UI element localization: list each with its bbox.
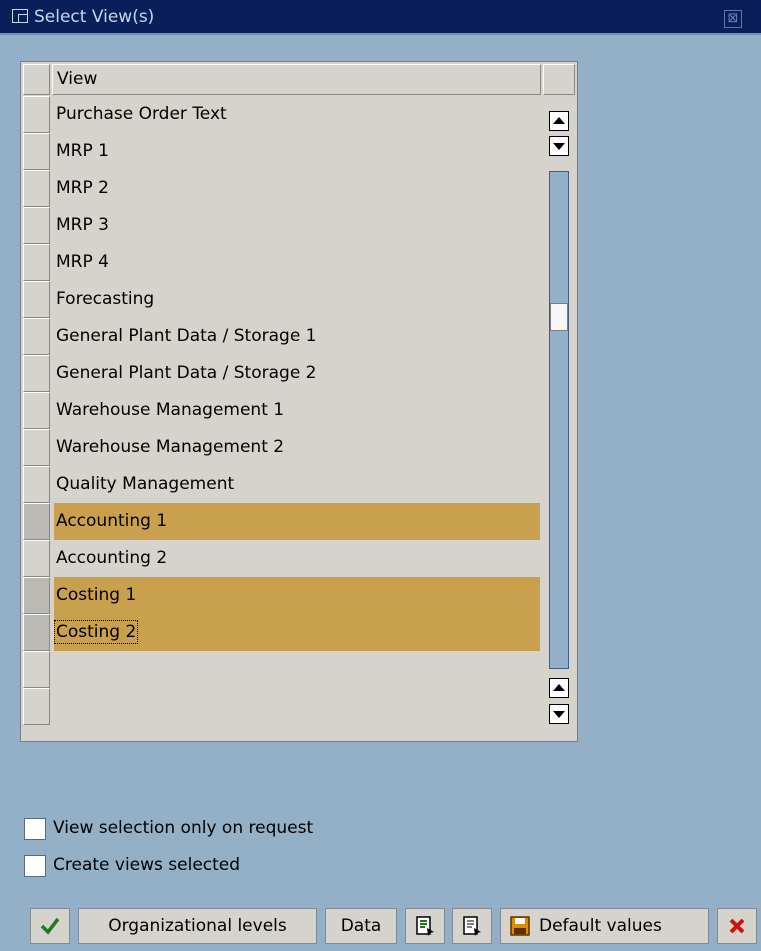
select-all-button[interactable] <box>23 64 50 95</box>
views-table: View Purchase Order Text MRP 1 MRP 2 MRP 3 M… <box>20 61 578 742</box>
table-row[interactable]: Warehouse Management 2 <box>54 429 540 466</box>
scroll-thumb[interactable] <box>550 303 568 331</box>
row-label: General Plant Data / Storage 2 <box>56 363 317 383</box>
table-row[interactable] <box>54 651 540 688</box>
row-label: Quality Management <box>56 474 235 494</box>
save-icon <box>510 916 530 936</box>
row-label: Accounting 1 <box>56 511 168 531</box>
default-values-label: Default values <box>539 916 662 936</box>
column-settings-button[interactable] <box>543 64 575 95</box>
row-selector[interactable] <box>23 244 50 281</box>
row-selector[interactable] <box>23 170 50 207</box>
table-row[interactable]: MRP 1 <box>54 133 540 170</box>
column-header-view[interactable]: View <box>52 64 541 95</box>
scroll-up-button[interactable] <box>549 111 569 131</box>
row-selector[interactable] <box>23 540 50 577</box>
row-selector[interactable] <box>23 281 50 318</box>
row-label: Costing 1 <box>56 585 137 605</box>
row-selector[interactable] <box>23 392 50 429</box>
table-row[interactable]: Purchase Order Text <box>54 96 540 133</box>
create-views-selected-label: Create views selected <box>53 855 241 875</box>
row-selector[interactable] <box>23 355 50 392</box>
select-all-icon-button[interactable] <box>405 908 445 944</box>
row-label: Warehouse Management 2 <box>56 437 285 457</box>
row-selector[interactable] <box>23 207 50 244</box>
select-all-icon <box>416 916 434 936</box>
deselect-all-icon-button[interactable] <box>452 908 492 944</box>
vertical-scrollbar[interactable] <box>544 96 575 736</box>
row-selector[interactable] <box>23 466 50 503</box>
checkmark-icon <box>40 917 60 935</box>
scroll-down-button[interactable] <box>549 136 569 156</box>
column-header-label: View <box>57 69 98 89</box>
row-label: General Plant Data / Storage 1 <box>56 326 317 346</box>
scroll-page-down-button[interactable] <box>549 704 569 724</box>
organizational-levels-button[interactable]: Organizational levels <box>78 908 317 944</box>
table-row[interactable]: MRP 3 <box>54 207 540 244</box>
row-label: MRP 4 <box>56 252 109 272</box>
table-row[interactable]: General Plant Data / Storage 1 <box>54 318 540 355</box>
cancel-button[interactable] <box>717 908 757 944</box>
scroll-track[interactable] <box>549 171 569 669</box>
row-label: Purchase Order Text <box>56 104 227 124</box>
arrow-up-icon <box>553 684 565 691</box>
deselect-all-icon <box>463 916 481 936</box>
row-label: MRP 1 <box>56 141 109 161</box>
table-row[interactable]: Accounting 2 <box>54 540 540 577</box>
row-selector[interactable] <box>23 503 50 540</box>
dialog-titlebar: Select View(s) ⊠ <box>0 0 761 35</box>
data-button[interactable]: Data <box>325 908 397 944</box>
arrow-up-icon <box>553 117 565 124</box>
row-label: Accounting 2 <box>56 548 168 568</box>
row-label: Forecasting <box>56 289 155 309</box>
scroll-page-up-button[interactable] <box>549 678 569 698</box>
table-row[interactable]: MRP 2 <box>54 170 540 207</box>
row-selector[interactable] <box>23 133 50 170</box>
table-row[interactable]: Quality Management <box>54 466 540 503</box>
row-selector[interactable] <box>23 614 50 651</box>
row-selector[interactable] <box>23 318 50 355</box>
table-row[interactable]: General Plant Data / Storage 2 <box>54 355 540 392</box>
row-selector[interactable] <box>23 651 50 688</box>
view-selection-only-on-request-label: View selection only on request <box>53 818 314 838</box>
row-label: MRP 2 <box>56 178 109 198</box>
create-views-selected-checkbox[interactable] <box>24 855 46 877</box>
row-selector[interactable] <box>23 429 50 466</box>
table-row[interactable]: Warehouse Management 1 <box>54 392 540 429</box>
window-icon <box>12 9 28 23</box>
cancel-icon <box>729 918 745 934</box>
table-row[interactable]: Costing 2 <box>53 614 540 651</box>
table-row[interactable]: Accounting 1 <box>54 503 540 540</box>
row-selector[interactable] <box>23 96 50 133</box>
arrow-down-icon <box>553 711 565 718</box>
default-values-button[interactable]: Default values <box>500 908 709 944</box>
row-selector[interactable] <box>23 577 50 614</box>
close-dialog-button[interactable]: ⊠ <box>724 10 742 28</box>
table-row[interactable]: Forecasting <box>54 281 540 318</box>
table-row[interactable]: MRP 4 <box>54 244 540 281</box>
table-row[interactable]: Costing 1 <box>54 577 540 614</box>
arrow-down-icon <box>553 143 565 150</box>
view-selection-only-on-request-checkbox[interactable] <box>24 818 46 840</box>
table-row[interactable] <box>54 688 540 725</box>
row-selector[interactable] <box>23 688 50 725</box>
row-label: MRP 3 <box>56 215 109 235</box>
row-label: Costing 2 <box>53 620 139 644</box>
dialog-toolbar: Organizational levels Data Default value… <box>0 896 761 951</box>
dialog-title: Select View(s) <box>34 7 155 27</box>
confirm-button[interactable] <box>30 908 70 944</box>
row-label: Warehouse Management 1 <box>56 400 285 420</box>
